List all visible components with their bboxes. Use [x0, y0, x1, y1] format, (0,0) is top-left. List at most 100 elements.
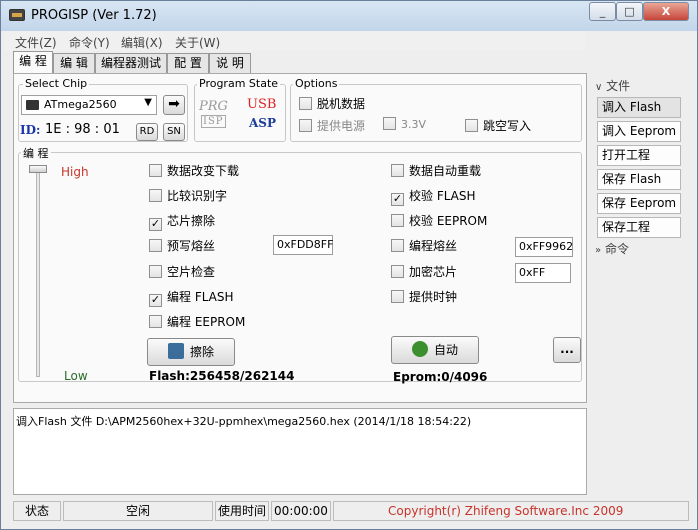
provide-clock-checkbox[interactable]: 提供时钟	[391, 288, 457, 304]
tab-config[interactable]: 配 置	[167, 53, 209, 73]
verify-flash-checkbox[interactable]: ✓ 校验 FLASH	[391, 187, 476, 206]
tab-program[interactable]: 编 程	[13, 51, 53, 73]
prewrite-fuse-checkbox[interactable]: 预写熔丝	[149, 237, 215, 253]
lock-chip-checkbox[interactable]: 加密芯片	[391, 263, 457, 279]
slider-handle[interactable]	[29, 165, 47, 173]
tab-help[interactable]: 说 明	[209, 53, 251, 73]
sn-button[interactable]: SN	[163, 123, 185, 141]
checkbox-icon	[391, 290, 404, 303]
chip-select[interactable]: ATmega2560 ▼	[21, 95, 157, 115]
save-flash-button[interactable]: 保存 Flash	[597, 169, 681, 190]
log-line: 调入Flash 文件 D:\APM2560hex+32U-ppmhex\mega…	[16, 415, 472, 428]
log-panel[interactable]: 调入Flash 文件 D:\APM2560hex+32U-ppmhex\mega…	[13, 408, 587, 495]
select-chip-group: Select Chip ATmega2560 ▼ ➡ ID: 1E : 98 :…	[18, 77, 188, 142]
file-section-header[interactable]: ∨ 文件	[595, 77, 630, 94]
blank-check-checkbox[interactable]: 空片检查	[149, 263, 215, 279]
auto-button[interactable]: 自动	[391, 336, 479, 364]
program-window: PROGISP (Ver 1.72) _ □ X 文件(Z) 命令(Y) 编辑(…	[0, 0, 698, 530]
erase-button[interactable]: 擦除	[147, 338, 235, 366]
close-button[interactable]: X	[643, 2, 689, 21]
status-label: 状态	[13, 501, 61, 521]
select-chip-label: Select Chip	[23, 77, 90, 90]
program-panel: Select Chip ATmega2560 ▼ ➡ ID: 1E : 98 :…	[13, 73, 587, 403]
menu-edit[interactable]: 编辑(X)	[121, 34, 163, 51]
checkbox-icon	[149, 315, 162, 328]
checkbox-icon	[149, 265, 162, 278]
checkbox-checked-icon: ✓	[149, 217, 162, 231]
menu-command[interactable]: 命令(Y)	[69, 34, 110, 51]
copyright: Copyright(r) Zhifeng Software.Inc 2009	[333, 501, 689, 521]
chip-icon	[26, 100, 39, 110]
tab-programmer-test[interactable]: 编程器测试	[95, 53, 167, 73]
rd-button[interactable]: RD	[136, 123, 158, 141]
high-label: High	[61, 165, 89, 179]
checkbox-icon	[299, 97, 312, 110]
checkbox-checked-icon: ✓	[391, 192, 404, 206]
checkbox-icon	[391, 214, 404, 227]
speed-slider[interactable]	[29, 165, 47, 377]
window-title: PROGISP (Ver 1.72)	[31, 8, 157, 23]
eprom-info: Eprom:0/4096	[393, 370, 488, 384]
save-eeprom-button[interactable]: 保存 Eeprom	[597, 193, 681, 214]
provide-power-checkbox[interactable]: 提供电源	[299, 117, 365, 133]
low-label: Low	[64, 369, 88, 383]
program-flash-checkbox[interactable]: ✓ 编程 FLASH	[149, 288, 234, 307]
chip-icon	[9, 9, 25, 21]
arrow-right-icon: ➡	[168, 96, 180, 112]
side-panel: ∨ 文件 调入 Flash 调入 Eeprom 打开工程 保存 Flash 保存…	[591, 73, 689, 501]
skip-empty-checkbox[interactable]: 跳空写入	[465, 117, 531, 133]
title-bar[interactable]: PROGISP (Ver 1.72) _ □ X	[1, 1, 697, 31]
id-label: ID:	[20, 123, 41, 137]
chip-select-value: ATmega2560	[44, 98, 117, 111]
save-project-button[interactable]: 保存工程	[597, 217, 681, 238]
load-flash-button[interactable]: 调入 Flash	[597, 97, 681, 118]
load-eeprom-button[interactable]: 调入 Eeprom	[597, 121, 681, 142]
program-eeprom-checkbox[interactable]: 编程 EEPROM	[149, 313, 245, 329]
command-section-header[interactable]: » 命令	[595, 240, 629, 257]
lock-input[interactable]: 0xFF	[515, 263, 571, 283]
compare-signature-checkbox[interactable]: 比较识别字	[149, 187, 227, 203]
checkbox-icon	[149, 164, 162, 177]
chevron-down-icon: ▼	[144, 97, 152, 108]
asp-indicator: ASP	[249, 116, 276, 130]
checkbox-checked-icon: ✓	[149, 293, 162, 307]
auto-reload-checkbox[interactable]: 数据自动重载	[391, 162, 481, 178]
chevron-down-icon: ∨	[595, 82, 603, 93]
program-fuse-checkbox[interactable]: 编程熔丝	[391, 237, 457, 253]
menu-bar: 文件(Z) 命令(Y) 编辑(X) 关于(W)	[5, 31, 585, 51]
flash-info: Flash:256458/262144	[149, 369, 295, 383]
more-button[interactable]: ...	[553, 337, 581, 363]
maximize-button[interactable]: □	[616, 2, 643, 21]
status-bar: 状态 空闲 使用时间 00:00:00 Copyright(r) Zhifeng…	[13, 501, 695, 521]
verify-eeprom-checkbox[interactable]: 校验 EEPROM	[391, 212, 487, 228]
tab-edit[interactable]: 编 辑	[53, 53, 95, 73]
download-on-change-checkbox[interactable]: 数据改变下载	[149, 162, 239, 178]
checkbox-icon	[465, 119, 478, 132]
prg-indicator: PRG	[199, 99, 228, 114]
checkbox-icon	[383, 117, 396, 130]
checkbox-icon	[149, 189, 162, 202]
offline-data-checkbox[interactable]: 脱机数据	[299, 95, 365, 111]
time-value: 00:00:00	[271, 501, 331, 521]
arrow-right-button[interactable]: ➡	[163, 95, 185, 115]
fuse-input[interactable]: 0xFF9962	[515, 237, 573, 257]
options-label: Options	[293, 77, 340, 90]
menu-about[interactable]: 关于(W)	[175, 34, 220, 51]
checkbox-icon	[149, 239, 162, 252]
minimize-button[interactable]: _	[589, 2, 616, 21]
checkbox-icon	[391, 265, 404, 278]
options-group: Options 脱机数据 提供电源 3.3V 跳空写入	[290, 77, 582, 142]
chip-erase-checkbox[interactable]: ✓ 芯片擦除	[149, 212, 215, 231]
program-group: 编 程 High Low 数据改变下载 比较识别字 ✓ 芯片擦除 预写熔丝 空片检…	[18, 145, 582, 384]
open-project-button[interactable]: 打开工程	[597, 145, 681, 166]
checkbox-icon	[299, 119, 312, 132]
runner-icon	[411, 341, 428, 357]
program-state-group: Program State PRG ISP USB ASP	[194, 77, 286, 142]
erase-icon	[167, 343, 184, 359]
prewrite-fuse-input[interactable]: 0xFDD8FF	[273, 235, 333, 255]
menu-file[interactable]: 文件(Z)	[15, 34, 57, 51]
time-label: 使用时间	[215, 501, 269, 521]
usb-indicator: USB	[247, 97, 277, 112]
voltage-3v3-checkbox[interactable]: 3.3V	[383, 117, 426, 133]
id-value: 1E : 98 : 01	[45, 122, 120, 137]
